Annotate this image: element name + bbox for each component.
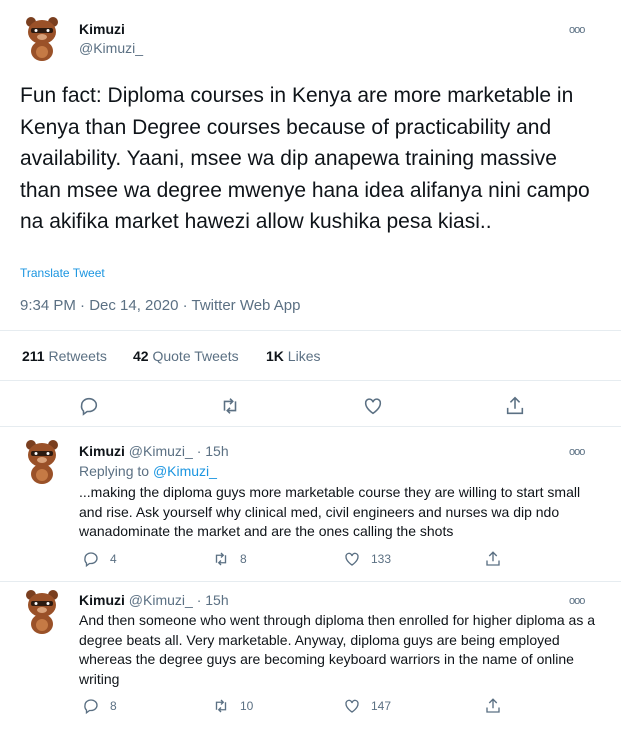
replying-to: Replying to @Kimuzi_ xyxy=(79,463,217,479)
retweet-icon xyxy=(215,699,227,713)
reply-action[interactable]: 4 xyxy=(82,550,117,568)
retweet-icon xyxy=(215,552,227,566)
reply-count: 8 xyxy=(110,699,117,713)
reply-header: Kimuzi @Kimuzi_ · 15h xyxy=(79,443,229,459)
tweet-text: Fun fact: Diploma courses in Kenya are m… xyxy=(20,84,590,233)
share-action[interactable] xyxy=(484,550,502,568)
retweet-icon xyxy=(223,398,237,414)
retweet-action[interactable]: 10 xyxy=(212,697,253,715)
replying-to-handle[interactable]: @Kimuzi_ xyxy=(153,463,217,479)
reply-header: Kimuzi @Kimuzi_ · 15h xyxy=(79,592,229,608)
author-name[interactable]: Kimuzi xyxy=(79,21,125,37)
retweet-action[interactable]: 8 xyxy=(212,550,247,568)
like-action[interactable]: 147 xyxy=(343,697,391,715)
reply-icon xyxy=(84,699,98,715)
share-icon xyxy=(486,698,500,713)
reply-author-handle[interactable]: @Kimuzi_ xyxy=(129,592,193,608)
bear-avatar-icon xyxy=(26,17,58,61)
more-options-icon[interactable]: ooo xyxy=(569,24,585,36)
like-count: 147 xyxy=(371,699,392,713)
separator-dot: · xyxy=(196,443,202,459)
divider xyxy=(0,581,621,582)
tweet-timestamp[interactable]: 9:34 PM · Dec 14, 2020 · Twitter Web App xyxy=(20,297,300,314)
reply-time[interactable]: 15h xyxy=(205,592,228,608)
separator-dot: · xyxy=(196,592,202,608)
reply-text: And then someone who went through diplom… xyxy=(79,612,595,687)
author-avatar[interactable] xyxy=(22,14,62,62)
more-options-icon[interactable]: ooo xyxy=(569,446,585,458)
author-handle[interactable]: @Kimuzi_ xyxy=(79,40,143,56)
share-action[interactable] xyxy=(484,697,502,715)
retweets-count: 211 xyxy=(22,348,45,364)
quotes-label: Quote Tweets xyxy=(152,348,239,364)
reply-count: 4 xyxy=(110,552,117,566)
retweet-count: 10 xyxy=(240,699,254,713)
share-button[interactable] xyxy=(504,395,526,417)
retweet-button[interactable] xyxy=(219,395,241,417)
like-action[interactable]: 133 xyxy=(343,550,391,568)
reply-action[interactable]: 8 xyxy=(82,697,117,715)
like-icon xyxy=(345,699,359,713)
likes-count: 1K xyxy=(266,348,284,364)
share-icon xyxy=(486,551,500,566)
quotes-count: 42 xyxy=(133,348,149,364)
replying-to-label: Replying to xyxy=(79,463,150,479)
reply-button[interactable] xyxy=(78,395,100,417)
bear-avatar-icon xyxy=(26,590,58,634)
like-count: 133 xyxy=(371,552,392,566)
translate-tweet-link[interactable]: Translate Tweet xyxy=(20,266,105,280)
retweets-stat[interactable]: 211 Retweets xyxy=(22,348,107,364)
more-options-icon[interactable]: ooo xyxy=(569,595,585,607)
reply-author-name[interactable]: Kimuzi xyxy=(79,443,125,459)
reply-icon xyxy=(80,397,98,416)
reply-text: ...making the diploma guys more marketab… xyxy=(79,484,581,539)
reply-avatar[interactable] xyxy=(22,437,62,485)
reply-author-handle[interactable]: @Kimuzi_ xyxy=(129,443,193,459)
divider xyxy=(0,330,621,331)
divider xyxy=(0,380,621,381)
likes-label: Likes xyxy=(287,348,321,364)
reply-icon xyxy=(84,552,98,568)
like-icon xyxy=(364,398,382,415)
retweet-count: 8 xyxy=(240,552,247,566)
likes-stat[interactable]: 1K Likes xyxy=(266,348,320,364)
reply-author-name[interactable]: Kimuzi xyxy=(79,592,125,608)
bear-avatar-icon xyxy=(26,440,58,484)
divider xyxy=(0,426,621,427)
reply-time[interactable]: 15h xyxy=(205,443,228,459)
quote-tweets-stat[interactable]: 42 Quote Tweets xyxy=(133,348,239,364)
share-icon xyxy=(506,396,524,415)
reply-avatar[interactable] xyxy=(22,587,62,635)
like-icon xyxy=(345,552,359,566)
retweets-label: Retweets xyxy=(48,348,107,364)
like-button[interactable] xyxy=(362,395,384,417)
